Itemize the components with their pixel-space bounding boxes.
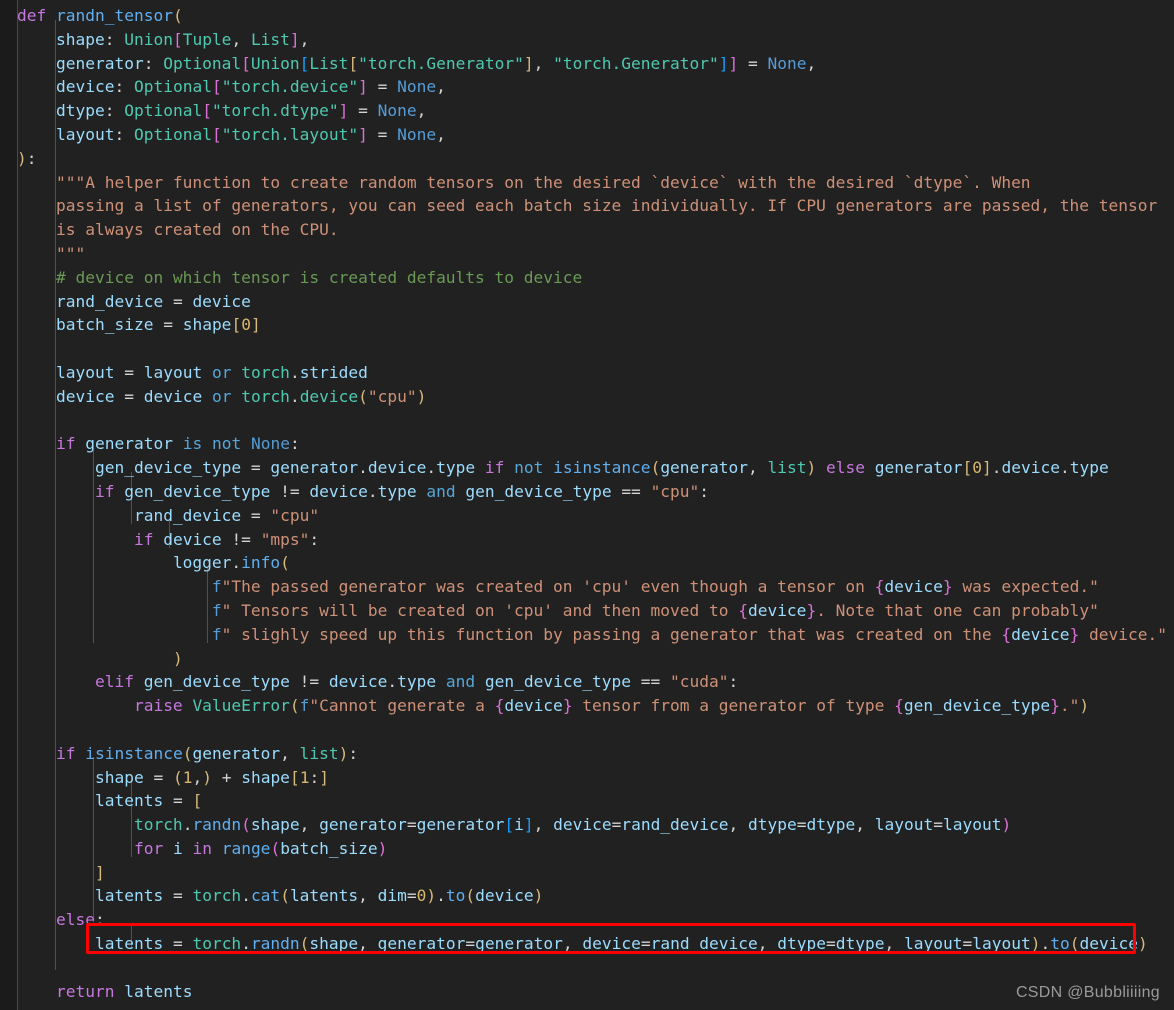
code-line[interactable]: if gen_device_type != device.type and ge… bbox=[17, 480, 1174, 504]
code-content[interactable]: def randn_tensor( shape: Union[Tuple, Li… bbox=[17, 0, 1174, 1010]
code-line[interactable]: torch.randn(shape, generator=generator[i… bbox=[17, 813, 1174, 837]
code-line[interactable]: ): bbox=[17, 147, 1174, 171]
code-line[interactable]: layout = layout or torch.strided bbox=[17, 361, 1174, 385]
code-line[interactable]: generator: Optional[Union[List["torch.Ge… bbox=[17, 52, 1174, 76]
code-line[interactable]: gen_device_type = generator.device.type … bbox=[17, 456, 1174, 480]
code-line[interactable]: raise ValueError(f"Cannot generate a {de… bbox=[17, 694, 1174, 718]
code-line[interactable]: device: Optional["torch.device"] = None, bbox=[17, 75, 1174, 99]
code-line[interactable]: dtype: Optional["torch.dtype"] = None, bbox=[17, 99, 1174, 123]
code-line[interactable]: f" slighly speed up this function by pas… bbox=[17, 623, 1174, 647]
code-line[interactable]: is always created on the CPU. bbox=[17, 218, 1174, 242]
code-line[interactable]: logger.info( bbox=[17, 551, 1174, 575]
code-line[interactable]: for i in range(batch_size) bbox=[17, 837, 1174, 861]
code-line-highlighted[interactable]: latents = torch.randn(shape, generator=g… bbox=[17, 932, 1174, 956]
code-line[interactable]: else: bbox=[17, 908, 1174, 932]
code-editor-screenshot: def randn_tensor( shape: Union[Tuple, Li… bbox=[0, 0, 1174, 1010]
code-line[interactable]: rand_device = "cpu" bbox=[17, 504, 1174, 528]
code-line[interactable] bbox=[17, 337, 1174, 361]
code-line[interactable]: if generator is not None: bbox=[17, 432, 1174, 456]
code-line[interactable]: # device on which tensor is created defa… bbox=[17, 266, 1174, 290]
code-line[interactable] bbox=[17, 956, 1174, 980]
code-line[interactable]: if isinstance(generator, list): bbox=[17, 742, 1174, 766]
editor-gutter bbox=[0, 0, 17, 1010]
code-line[interactable]: f"The passed generator was created on 'c… bbox=[17, 575, 1174, 599]
code-line[interactable]: passing a list of generators, you can se… bbox=[17, 194, 1174, 218]
code-line[interactable]: ) bbox=[17, 647, 1174, 671]
code-line[interactable]: if device != "mps": bbox=[17, 528, 1174, 552]
code-line[interactable]: return latents bbox=[17, 980, 1174, 1004]
code-line[interactable]: """A helper function to create random te… bbox=[17, 171, 1174, 195]
code-line[interactable]: latents = torch.cat(latents, dim=0).to(d… bbox=[17, 884, 1174, 908]
csdn-watermark: CSDN @Bubbliiiing bbox=[1015, 984, 1160, 1001]
code-line[interactable]: elif gen_device_type != device.type and … bbox=[17, 670, 1174, 694]
code-line[interactable] bbox=[17, 409, 1174, 433]
code-line[interactable]: """ bbox=[17, 242, 1174, 266]
code-line[interactable]: ] bbox=[17, 861, 1174, 885]
code-line[interactable]: f" Tensors will be created on 'cpu' and … bbox=[17, 599, 1174, 623]
code-line[interactable]: shape: Union[Tuple, List], bbox=[17, 28, 1174, 52]
code-line[interactable]: device = device or torch.device("cpu") bbox=[17, 385, 1174, 409]
code-line[interactable]: rand_device = device bbox=[17, 290, 1174, 314]
code-line[interactable]: shape = (1,) + shape[1:] bbox=[17, 766, 1174, 790]
code-line[interactable]: layout: Optional["torch.layout"] = None, bbox=[17, 123, 1174, 147]
code-line[interactable]: latents = [ bbox=[17, 789, 1174, 813]
code-line[interactable] bbox=[17, 718, 1174, 742]
code-line[interactable]: batch_size = shape[0] bbox=[17, 313, 1174, 337]
code-line[interactable]: def randn_tensor( bbox=[17, 4, 1174, 28]
